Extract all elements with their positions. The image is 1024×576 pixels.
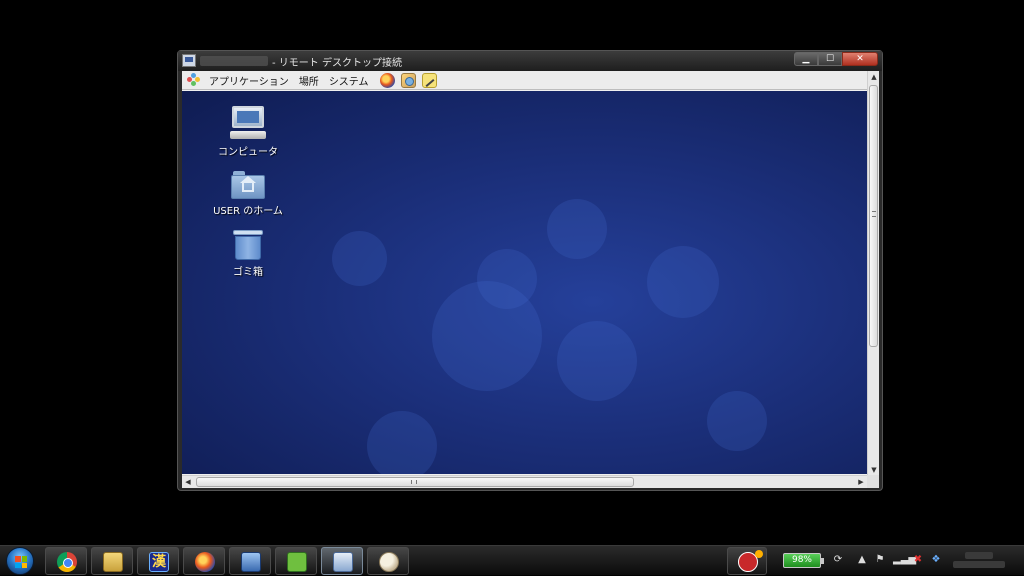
evernote-icon — [287, 552, 307, 572]
desktop-icon-label: ゴミ箱 — [233, 267, 263, 278]
scrollbar-corner — [867, 475, 879, 488]
vertical-scrollbar[interactable]: ▲ ▼ — [867, 71, 879, 476]
start-button[interactable] — [6, 547, 34, 575]
dropbox-icon[interactable]: ❖ — [930, 554, 942, 566]
signal-icon[interactable]: ▂▃▅ — [893, 554, 916, 566]
menu-system[interactable]: システム — [324, 73, 374, 88]
bokeh-decoration — [707, 391, 767, 451]
firefox-icon[interactable] — [379, 72, 395, 88]
computer-icon — [230, 106, 266, 140]
window-titlebar[interactable]: - リモート デスクトップ接続 ▁ ☐ ✕ — [178, 51, 882, 71]
menu-places[interactable]: 場所 — [294, 73, 324, 88]
taskbar-notification-app[interactable] — [727, 547, 767, 575]
taskbar-explorer[interactable] — [91, 547, 133, 575]
redacted-clock[interactable] — [949, 551, 1009, 571]
remote-desktop-window[interactable]: - リモート デスクトップ接続 ▁ ☐ ✕ アプリケーション 場所 システム コ… — [177, 50, 883, 491]
maximize-button[interactable]: ☐ — [818, 52, 842, 66]
desktop-icon-label: USER のホーム — [213, 206, 283, 217]
host-desktop: - リモート デスクトップ接続 ▁ ☐ ✕ アプリケーション 場所 システム コ… — [0, 0, 1024, 545]
desktop-icon-label: コンピュータ — [218, 147, 278, 158]
explorer-icon — [103, 552, 123, 572]
taskbar-chrome[interactable] — [45, 547, 87, 575]
horizontal-scrollbar[interactable]: ◀ ▶ — [182, 475, 867, 488]
chrome-icon — [57, 552, 77, 572]
gnome-foot-icon[interactable] — [187, 73, 201, 87]
gnome-desktop-background[interactable]: コンピュータ USER のホーム ゴミ箱 — [182, 91, 867, 474]
firefox-icon — [195, 552, 215, 572]
gnome-top-panel: アプリケーション 場所 システム — [182, 71, 867, 90]
sync-icon[interactable]: ⟳ — [832, 554, 844, 566]
redacted-host-name — [200, 56, 268, 66]
taskbar-paint[interactable] — [367, 547, 409, 575]
bokeh-decoration — [647, 246, 719, 318]
desktop-icon-home[interactable]: USER のホーム — [203, 168, 293, 217]
text-editor-icon[interactable] — [421, 72, 437, 88]
taskbar-evernote[interactable] — [275, 547, 317, 575]
battery-indicator[interactable]: 98% — [783, 553, 824, 568]
bokeh-decoration — [557, 321, 637, 401]
windows-logo-icon — [15, 556, 27, 568]
taskbar-kanji-app[interactable]: 漢 — [137, 547, 179, 575]
paint-icon — [379, 552, 399, 572]
evolution-icon[interactable] — [400, 72, 416, 88]
bokeh-decoration — [432, 281, 542, 391]
vertical-scroll-thumb[interactable] — [869, 85, 878, 347]
show-hidden-arrow-icon[interactable]: ▲ — [856, 554, 868, 566]
close-button[interactable]: ✕ — [842, 52, 878, 66]
horizontal-scroll-thumb[interactable] — [196, 477, 634, 487]
bokeh-decoration — [367, 411, 437, 474]
windows-taskbar: 漢 98% ⟳ ▲ ⚑ ▂▃▅ ✖ ❖ — [0, 545, 1024, 575]
taskbar-firefox[interactable] — [183, 547, 225, 575]
notification-badge-icon — [755, 550, 763, 558]
volume-icon[interactable]: ✖ — [912, 554, 924, 566]
home-folder-icon — [231, 171, 265, 199]
scroll-right-arrow-icon[interactable]: ▶ — [855, 476, 867, 488]
kanji-app-icon: 漢 — [149, 552, 169, 572]
remote-desktop-icon — [333, 552, 353, 572]
taskbar-remote-desktop[interactable] — [321, 547, 363, 575]
remote-session-viewport[interactable]: アプリケーション 場所 システム コンピュータ USER のホーム ゴミ箱 ▲ … — [182, 71, 879, 488]
taskbar-network[interactable] — [229, 547, 271, 575]
network-icon — [241, 552, 261, 572]
scroll-up-arrow-icon[interactable]: ▲ — [868, 71, 879, 83]
bokeh-decoration — [332, 231, 387, 286]
window-title: - リモート デスクトップ接続 — [272, 58, 402, 69]
remote-desktop-app-icon[interactable] — [182, 54, 196, 67]
system-tray: 98% ⟳ ▲ ⚑ ▂▃▅ ✖ ❖ — [727, 546, 1024, 576]
window-controls: ▁ ☐ ✕ — [794, 52, 878, 66]
desktop-icon-computer[interactable]: コンピュータ — [203, 106, 293, 158]
bokeh-decoration — [547, 199, 607, 259]
scroll-left-arrow-icon[interactable]: ◀ — [182, 476, 194, 488]
minimize-button[interactable]: ▁ — [794, 52, 818, 66]
flag-icon[interactable]: ⚑ — [874, 554, 886, 566]
menu-applications[interactable]: アプリケーション — [204, 73, 294, 88]
trash-icon — [233, 230, 263, 260]
desktop-icon-trash[interactable]: ゴミ箱 — [203, 230, 293, 278]
